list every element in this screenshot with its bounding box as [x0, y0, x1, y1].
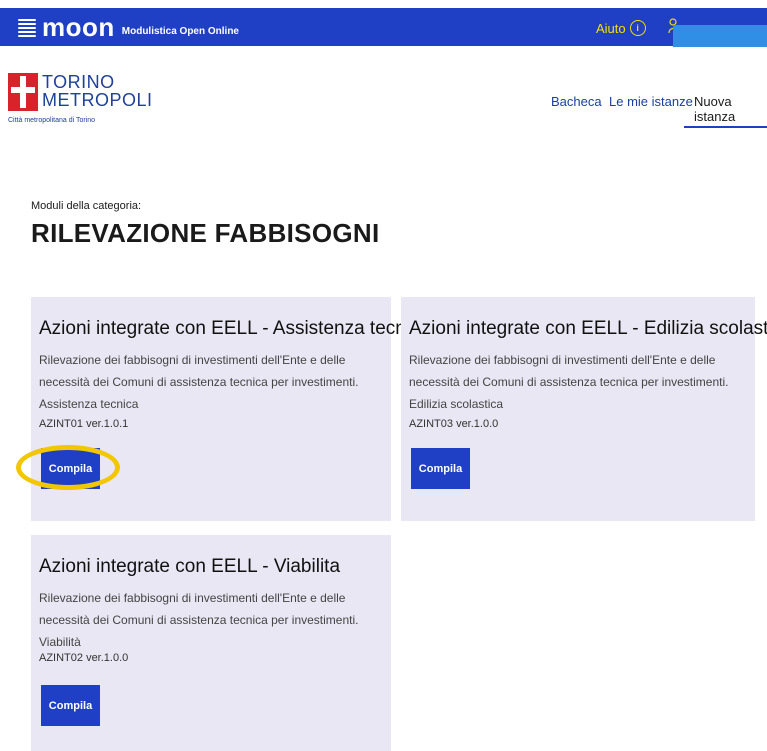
card-title: Azioni integrate con EELL - Assistenza t… — [39, 318, 431, 339]
module-card: Azioni integrate con EELL - Viabilita Ri… — [31, 535, 391, 751]
logo-line2: METROPOLI — [42, 90, 153, 110]
card-description: Rilevazione dei fabbisogni di investimen… — [39, 353, 359, 411]
user-name-box[interactable] — [673, 25, 767, 47]
logo-text: TORINO METROPOLI — [42, 73, 153, 109]
compila-button[interactable]: Compila — [41, 685, 100, 726]
top-bar: moon Modulistica Open Online Aiuto i — [0, 8, 767, 47]
brand-name: moon — [42, 12, 115, 42]
card-code: AZINT02 ver.1.0.0 — [39, 652, 129, 664]
category-label: Moduli della categoria: — [31, 200, 142, 212]
info-icon: i — [629, 20, 646, 36]
card-code: AZINT01 ver.1.0.1 — [39, 418, 129, 430]
logo-line1: TORINO — [42, 72, 115, 92]
card-title: Azioni integrate con EELL - Edilizia sco… — [409, 318, 767, 339]
category-title: RILEVAZIONE FABBISOGNI — [31, 218, 380, 248]
brand-subtitle: Modulistica Open Online — [121, 25, 239, 37]
moon-logo-icon — [16, 16, 38, 38]
logo-caption: Città metropolitana di Torino — [8, 117, 96, 124]
card-description: Rilevazione dei fabbisogni di investimen… — [39, 591, 359, 649]
compila-button[interactable]: Compila — [411, 448, 470, 489]
nav-nuova-istanza[interactable]: Nuova istanza — [694, 94, 767, 124]
card-title: Azioni integrate con EELL - Viabilita — [39, 556, 341, 577]
nav-le-mie-istanze[interactable]: Le mie istanze — [609, 94, 693, 109]
module-card: Azioni integrate con EELL - Edilizia sco… — [401, 297, 767, 521]
highlight-ellipse — [16, 445, 120, 490]
card-code: AZINT03 ver.1.0.0 — [409, 418, 499, 430]
help-label: Aiuto — [596, 20, 626, 36]
card-description: Rilevazione dei fabbisogni di investimen… — [409, 353, 729, 411]
torino-metropoli-logo[interactable]: TORINO METROPOLI Città metropolitana di … — [8, 73, 152, 131]
active-nav-indicator — [684, 126, 767, 128]
help-link[interactable]: Aiuto i — [596, 20, 646, 36]
flag-icon — [8, 73, 38, 111]
brand[interactable]: moon Modulistica Open Online — [16, 14, 239, 40]
nav-bacheca[interactable]: Bacheca — [551, 94, 602, 109]
